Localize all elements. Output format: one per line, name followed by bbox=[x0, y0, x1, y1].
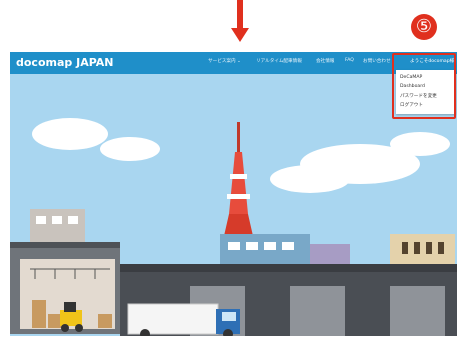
step-badge: ⑤ bbox=[411, 14, 437, 40]
browser-viewport: docomap JAPAN サービス案内 ⌄ リアルタイム配車情報 会社情報 F… bbox=[10, 52, 457, 336]
nav-company[interactable]: 会社情報 bbox=[316, 58, 334, 64]
nav-service[interactable]: サービス案内 ⌄ bbox=[208, 58, 241, 64]
nav-contact[interactable]: お問い合わせ bbox=[363, 58, 391, 64]
highlight-box bbox=[392, 53, 456, 119]
site-logo[interactable]: docomap JAPAN bbox=[16, 54, 113, 72]
down-arrow-icon bbox=[231, 0, 249, 42]
site-header: docomap JAPAN サービス案内 ⌄ リアルタイム配車情報 会社情報 F… bbox=[10, 52, 457, 74]
nav-realtime[interactable]: リアルタイム配車情報 bbox=[256, 58, 302, 64]
hero-illustration bbox=[10, 74, 457, 336]
nav-faq[interactable]: FAQ bbox=[345, 58, 354, 63]
